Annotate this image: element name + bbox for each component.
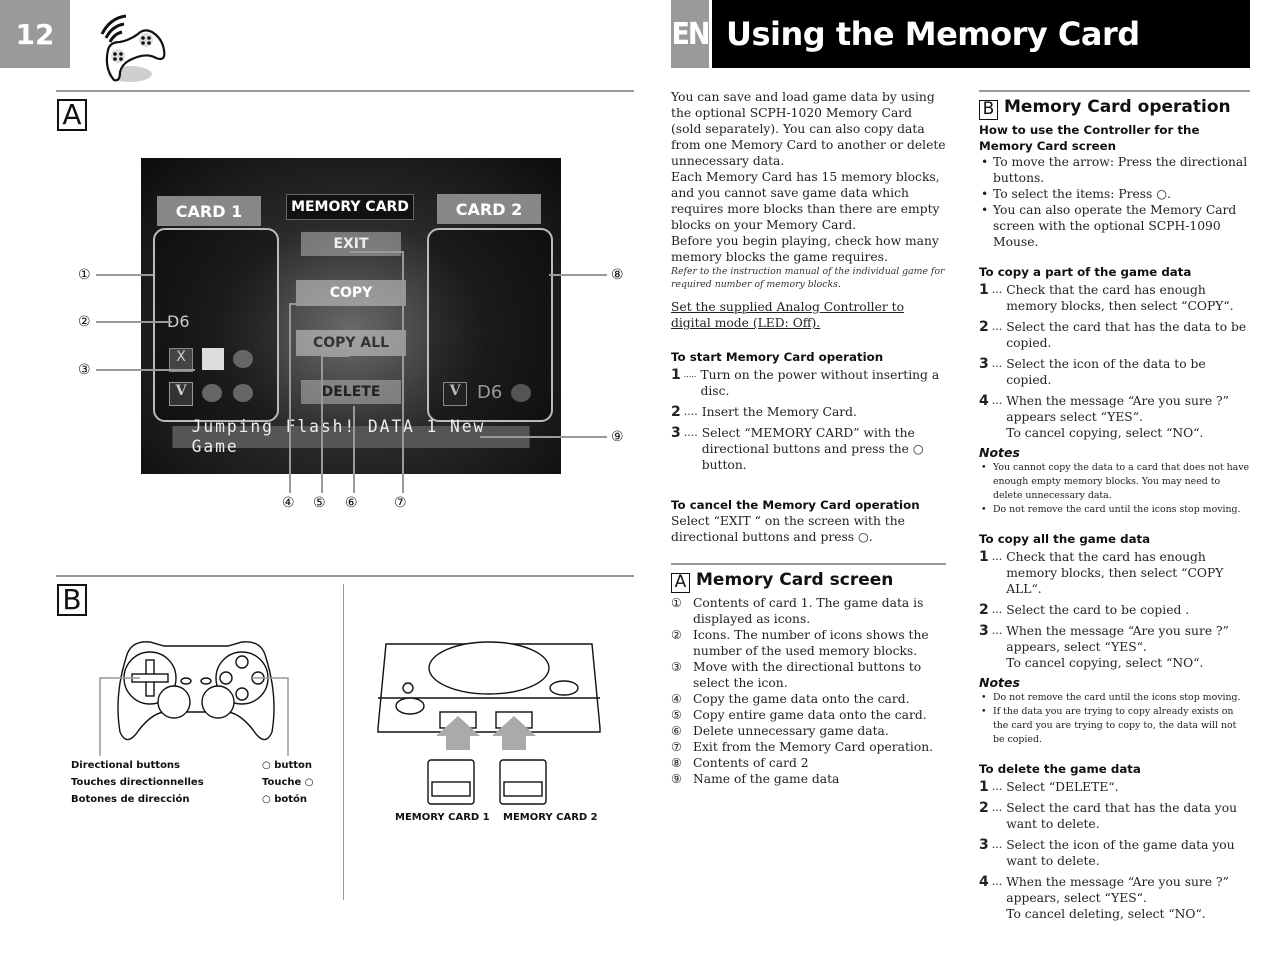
figure-divider xyxy=(343,584,344,900)
list-item: ⑥ Delete unnecessary game data. xyxy=(671,723,889,738)
section-a-title: A Memory Card screen xyxy=(671,569,946,593)
controller-leader-lines xyxy=(99,677,289,756)
copy-all-heading: To copy all the game data xyxy=(979,531,1151,546)
list-item: ① Contents of card 1. The game data is di… xyxy=(671,595,924,626)
operation-column: B Memory Card operation How to use the Co… xyxy=(979,90,1250,922)
copy-all-notes: Do not remove the card until the icons s… xyxy=(979,691,1250,747)
copy-step-4: 4... When the message “Are you sure ?” ap… xyxy=(979,392,1229,440)
intro-column: You can save and load game data by using… xyxy=(671,89,946,787)
list-item: To move the arrow: Press the directional… xyxy=(979,154,1250,186)
start-op-heading: To start Memory Card operation xyxy=(671,350,884,364)
delete-heading: To delete the game data xyxy=(979,761,1141,776)
copy-part-notes: You cannot copy the data to a card that … xyxy=(979,461,1250,517)
callout-4: ④ xyxy=(282,495,295,511)
list-item: You can also operate the Memory Card scr… xyxy=(979,202,1250,250)
label-circle-fr: Touche ○ xyxy=(262,777,314,788)
list-item: ⑤ Copy entire game data onto the card. xyxy=(671,707,927,722)
list-item: If the data you are trying to copy alrea… xyxy=(979,705,1250,747)
callout-9: ⑨ xyxy=(611,429,624,445)
label-directional-en: Directional buttons xyxy=(71,760,181,771)
delete-step-1: 1... Select “DELETE“. xyxy=(979,778,1119,795)
label-directional-es: Botones de dirección xyxy=(71,794,190,805)
section-b-box: B xyxy=(979,99,998,120)
callout-5: ⑤ xyxy=(313,495,326,511)
copy-all-step-2: 2... Select the card to be copied . xyxy=(979,601,1190,618)
list-item: ④ Copy the game data onto the card. xyxy=(671,691,910,706)
intro-paragraph-3: Before you begin playing, check how many… xyxy=(671,234,939,264)
memory-card-1-label: MEMORY CARD 1 xyxy=(395,812,490,823)
copy-step-1: 1... Check that the card has enough memor… xyxy=(979,281,1234,313)
controller-heading: How to use the Controller for the Memory… xyxy=(979,122,1200,153)
copy-step-2: 2... Select the card that has the data to… xyxy=(979,318,1247,350)
intro-paragraph-2: Each Memory Card has 15 memory blocks, a… xyxy=(671,170,940,232)
callout-3: ③ xyxy=(78,362,91,378)
list-item: To select the items: Press ○. xyxy=(979,186,1250,202)
list-item: Do not remove the card until the icons s… xyxy=(979,503,1250,517)
callout-lines xyxy=(96,251,607,493)
delete-step-3: 3... Select the icon of the game data you… xyxy=(979,836,1235,868)
copy-step-3: 3... Select the icon of the data to be co… xyxy=(979,355,1206,387)
section-a-list: ① Contents of card 1. The game data is di… xyxy=(671,595,946,787)
page-title: Using the Memory Card xyxy=(712,0,1250,68)
copy-all-step-3: 3... When the message “Are you sure ?” ap… xyxy=(979,622,1229,670)
intro-paragraph-1: You can save and load game data by using… xyxy=(671,90,946,168)
memory-card-2-label: MEMORY CARD 2 xyxy=(503,812,598,823)
list-item: ⑨ Name of the game data xyxy=(671,771,840,786)
intro-note: Refer to the instruction manual of the i… xyxy=(671,266,945,290)
analog-controller-note: Set the supplied Analog Controller to di… xyxy=(671,300,904,330)
label-circle-en: ○ button xyxy=(262,760,313,771)
label-directional-fr: Touches directionnelles xyxy=(71,777,204,788)
start-step-3: 3.... Select “MEMORY CARD” with the direc… xyxy=(671,425,924,472)
start-step-2: 2.... Insert the Memory Card. xyxy=(671,404,857,420)
list-item: You cannot copy the data to a card that … xyxy=(979,461,1250,503)
section-b-title: B Memory Card operation xyxy=(979,96,1250,120)
console-illustration xyxy=(374,636,604,808)
list-item: ⑧ Contents of card 2 xyxy=(671,755,809,770)
delete-step-2: 2... Select the card that has the data yo… xyxy=(979,799,1238,831)
divider xyxy=(56,575,634,577)
callout-8: ⑧ xyxy=(611,267,624,283)
list-item: ③ Move with the directional buttons to se… xyxy=(671,659,922,690)
notes-heading: Notes xyxy=(979,444,1020,460)
list-item: Do not remove the card until the icons s… xyxy=(979,691,1250,705)
cancel-op-heading: To cancel the Memory Card operation xyxy=(671,498,920,512)
list-item: ⑦ Exit from the Memory Card operation. xyxy=(671,739,934,754)
cancel-op-text: Select “EXIT “ on the screen with the di… xyxy=(671,514,905,544)
copy-part-heading: To copy a part of the game data xyxy=(979,264,1192,279)
start-step-1: 1..... Turn on the power without insertin… xyxy=(671,367,940,398)
list-item: ② Icons. The number of icons shows the nu… xyxy=(671,627,929,658)
callout-1: ① xyxy=(78,267,91,283)
label-circle-es: ○ botón xyxy=(262,794,308,805)
divider xyxy=(671,563,946,565)
controller-labels-left: Directional buttons Touches directionnel… xyxy=(71,757,204,808)
callout-2: ② xyxy=(78,314,91,330)
callout-6: ⑥ xyxy=(345,495,358,511)
language-tab: EN xyxy=(671,0,711,68)
controller-labels-right: ○ button Touche ○ ○ botón xyxy=(262,757,314,808)
notes-heading: Notes xyxy=(979,674,1020,690)
controller-bullets: To move the arrow: Press the directional… xyxy=(979,154,1250,250)
divider xyxy=(979,90,1250,92)
copy-all-step-1: 1... Check that the card has enough memor… xyxy=(979,548,1224,596)
section-a-box: A xyxy=(671,572,690,593)
delete-step-4: 4... When the message “Are you sure ?” ap… xyxy=(979,873,1229,921)
callout-7: ⑦ xyxy=(394,495,407,511)
